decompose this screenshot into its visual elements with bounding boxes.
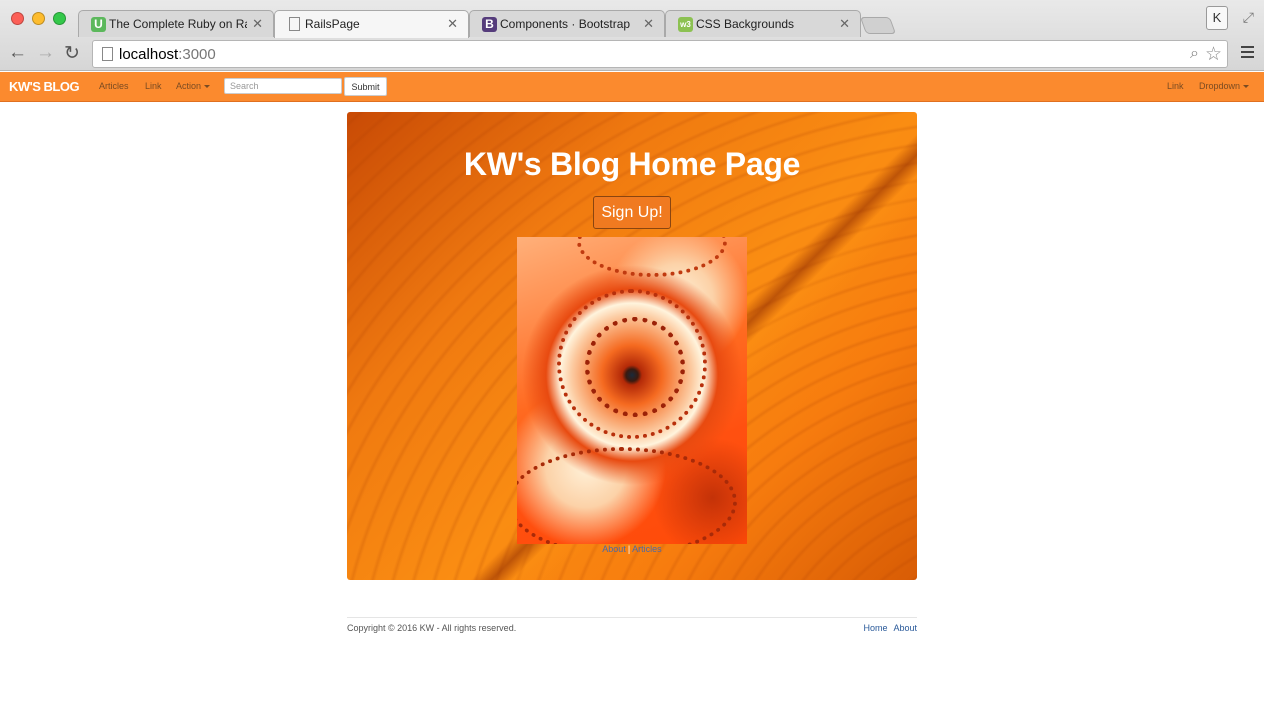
reload-icon[interactable]: ↻: [64, 42, 80, 65]
close-tab-icon[interactable]: ✕: [839, 16, 850, 32]
site-navbar: KW'S BLOG Articles Link Action Submit Li…: [0, 72, 1264, 102]
window-close-button[interactable]: [11, 12, 24, 25]
tab-css-backgrounds[interactable]: w3 CSS Backgrounds ✕: [665, 10, 861, 37]
window-minimize-button[interactable]: [32, 12, 45, 25]
browser-chrome: U The Complete Ruby on Rai ✕ RailsPage ✕…: [0, 0, 1264, 71]
fractal-spiral: [577, 237, 727, 277]
page-icon: [102, 47, 113, 61]
nav-dropdown-action[interactable]: Action: [176, 81, 211, 91]
close-tab-icon[interactable]: ✕: [447, 16, 458, 32]
bookmark-star-icon[interactable]: ☆: [1205, 43, 1222, 66]
copyright-text: Copyright © 2016 KW - All rights reserve…: [347, 623, 517, 633]
back-arrow-icon[interactable]: ←: [8, 42, 27, 64]
nav-link-right[interactable]: Link: [1167, 81, 1184, 91]
hero-links: About | Articles: [347, 544, 917, 554]
url-text: localhost:3000: [119, 46, 216, 63]
w3schools-favicon-icon: w3: [678, 17, 693, 32]
signup-button[interactable]: Sign Up!: [593, 196, 671, 229]
close-tab-icon[interactable]: ✕: [643, 16, 654, 32]
tab-title: RailsPage: [305, 17, 360, 31]
profile-button[interactable]: K: [1206, 6, 1228, 30]
tab-title: Components · Bootstrap: [500, 17, 631, 31]
about-link[interactable]: About: [602, 544, 626, 554]
close-tab-icon[interactable]: ✕: [252, 16, 263, 32]
link-separator: |: [627, 544, 631, 554]
address-bar[interactable]: localhost:3000 ⌕ ☆: [92, 40, 1228, 68]
nav-dropdown-right[interactable]: Dropdown: [1199, 81, 1250, 91]
fractal-spiral: [557, 289, 707, 439]
page-title: KW's Blog Home Page: [463, 146, 801, 182]
dropdown-label: Dropdown: [1199, 81, 1241, 91]
articles-link[interactable]: Articles: [632, 544, 662, 554]
bootstrap-favicon-icon: B: [482, 17, 497, 32]
new-tab-button[interactable]: [859, 17, 897, 34]
window-controls: [11, 12, 66, 25]
tab-title: The Complete Ruby on Rai: [109, 17, 247, 31]
tab-railspage[interactable]: RailsPage ✕: [274, 10, 469, 38]
browser-toolbar: ← → ↻ localhost:3000 ⌕ ☆: [0, 38, 1264, 71]
search-input[interactable]: [224, 78, 342, 94]
url-port: :3000: [178, 46, 216, 63]
footer-home-link[interactable]: Home: [863, 623, 887, 633]
nav-link-link[interactable]: Link: [145, 81, 162, 91]
fractal-spiral: [517, 447, 737, 544]
tab-title: CSS Backgrounds: [696, 17, 795, 31]
dropdown-label: Action: [176, 81, 202, 91]
footer-about-link[interactable]: About: [893, 623, 917, 633]
tab-ruby-course[interactable]: U The Complete Ruby on Rai ✕: [78, 10, 274, 37]
navbar-brand[interactable]: KW'S BLOG: [9, 79, 80, 94]
page-favicon-icon: [289, 17, 300, 31]
browser-menu-icon[interactable]: [1241, 46, 1254, 58]
forward-arrow-icon[interactable]: →: [36, 42, 55, 64]
caret-down-icon: [204, 85, 211, 89]
window-maximize-button[interactable]: [53, 12, 66, 25]
hero-jumbotron: KW's Blog Home Page Sign Up! About | Artic…: [347, 112, 917, 580]
search-icon[interactable]: ⌕: [1190, 45, 1199, 63]
caret-down-icon: [1243, 85, 1250, 89]
search-submit-button[interactable]: Submit: [344, 77, 387, 96]
url-host: localhost: [119, 46, 179, 63]
footer-links: Home About: [857, 623, 917, 633]
fullscreen-icon[interactable]: ⤢: [1243, 9, 1254, 26]
site-footer: Copyright © 2016 KW - All rights reserve…: [347, 617, 917, 633]
fractal-image: [517, 237, 747, 544]
udemy-favicon-icon: U: [91, 17, 106, 32]
tab-bootstrap-components[interactable]: B Components · Bootstrap ✕: [469, 10, 665, 37]
nav-link-articles[interactable]: Articles: [99, 81, 129, 91]
